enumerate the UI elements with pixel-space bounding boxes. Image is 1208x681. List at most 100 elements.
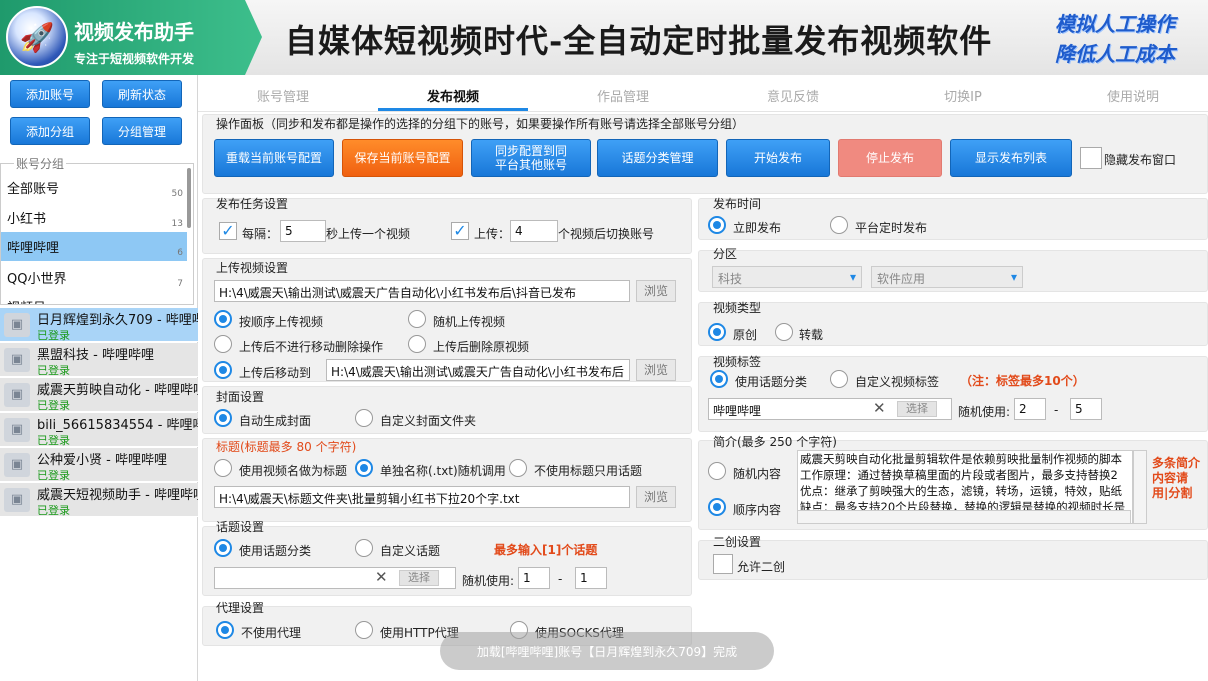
upload-panel-title: 上传视频设置 (216, 261, 289, 275)
topic-select-button[interactable]: 选择 (399, 570, 439, 586)
account-item[interactable]: ▣ 黑盟科技 - 哔哩哔哩 已登录 (0, 343, 198, 377)
proxy-http-radio[interactable] (355, 621, 373, 639)
group-item-qq[interactable]: QQ小世界 7 (1, 263, 187, 292)
intro-line: 工作原理：通过替换草稿里面的片段或者图片，最多支持替换2 (800, 468, 1118, 482)
avatar-icon: ▣ (4, 488, 30, 512)
group-item-channels[interactable]: 视频号 (1, 292, 187, 304)
sync-config-button[interactable]: 同步配置到同 平台其他账号 (471, 139, 591, 177)
intro-line: 优点：继承了剪映强大的生态，滤镜，转场，运镜，特效，贴纸 (800, 484, 1122, 498)
account-name: 黑盟科技 - 哔哩哔哩 (37, 348, 154, 363)
tab-account-manage[interactable]: 账号管理 (223, 86, 343, 105)
clear-icon[interactable]: ✕ (375, 568, 388, 586)
add-group-button[interactable]: 添加分组 (10, 117, 90, 145)
title-name-radio[interactable] (214, 459, 232, 477)
proxy-none-label: 不使用代理 (241, 626, 302, 640)
upload-count-input[interactable]: 4 (510, 220, 558, 242)
account-item[interactable]: ▣ 日月辉煌到永久709 - 哔哩哔哩已登录 (0, 308, 198, 342)
vtag-cat-radio[interactable] (710, 370, 728, 388)
upload-browse-button[interactable]: 浏览 (636, 280, 676, 302)
group-item-bilibili[interactable]: 哔哩哔哩 6 (1, 232, 187, 261)
topic-dash: - (558, 572, 563, 586)
cover-auto-radio[interactable] (214, 409, 232, 427)
pub-now-radio[interactable] (708, 216, 726, 234)
vtag-select-button[interactable]: 选择 (897, 401, 937, 417)
topic-rand-label: 随机使用: (462, 574, 515, 588)
group-name: QQ小世界 (7, 272, 67, 287)
tab-bar: 账号管理 发布视频 作品管理 意见反馈 切换IP 使用说明 (198, 78, 1208, 112)
account-item[interactable]: ▣ 威震天剪映自动化 - 哔哩哔哩 已登录 (0, 378, 198, 412)
avatar-icon: ▣ (4, 383, 30, 407)
move-path-input[interactable]: H:\4\威震天\输出测试\威震天广告自动化\小红书发布后 (326, 359, 630, 381)
vtag-max-input[interactable]: 5 (1070, 398, 1102, 420)
reload-config-button[interactable]: 重载当前账号配置 (214, 139, 334, 177)
zone-sub-select[interactable]: 软件应用 (871, 266, 1023, 288)
add-account-button[interactable]: 添加账号 (10, 80, 90, 108)
tab-works-manage[interactable]: 作品管理 (563, 86, 683, 105)
topic-cat-radio[interactable] (214, 539, 232, 557)
vtag-max-note: （注：标签最多10个） (960, 374, 1085, 388)
group-label: 账号分组 (14, 155, 67, 172)
intro-rand-radio[interactable] (708, 462, 726, 480)
second-panel-title: 二创设置 (713, 535, 762, 549)
show-publish-list-button[interactable]: 显示发布列表 (950, 139, 1072, 177)
intro-side-note: 多条简介内容请用|分割 (1152, 456, 1201, 500)
clear-icon[interactable]: ✕ (873, 399, 886, 417)
title-none-radio[interactable] (509, 459, 527, 477)
allow-second-checkbox[interactable] (713, 554, 733, 574)
intro-seq-radio[interactable] (708, 498, 726, 516)
upload-seq-radio[interactable] (214, 310, 232, 328)
topic-custom-radio[interactable] (355, 539, 373, 557)
title-name-label: 使用视频名做为标题 (239, 464, 348, 478)
title-browse-button[interactable]: 浏览 (636, 486, 676, 508)
pub-sched-radio[interactable] (830, 216, 848, 234)
app-subtitle: 专注于短视频软件开发 (74, 52, 195, 66)
intro-vertical-scrollbar[interactable] (1133, 450, 1147, 524)
vtype-panel (698, 302, 1208, 346)
upload-delete-radio[interactable] (408, 335, 426, 353)
topic-max-input[interactable]: 1 (575, 567, 607, 589)
topic-min-input[interactable]: 1 (518, 567, 550, 589)
upload-move-radio[interactable] (214, 361, 232, 379)
upload-nomove-radio[interactable] (214, 335, 232, 353)
group-count: 7 (177, 279, 183, 289)
start-publish-button[interactable]: 开始发布 (726, 139, 830, 177)
every-seconds-input[interactable]: 5 (280, 220, 326, 242)
vtag-custom-radio[interactable] (830, 370, 848, 388)
every-checkbox[interactable]: ✓ (219, 222, 237, 240)
refresh-status-button[interactable]: 刷新状态 (102, 80, 182, 108)
topic-manage-button[interactable]: 话题分类管理 (597, 139, 718, 177)
account-item[interactable]: ▣ 公种爱小贤 - 哔哩哔哩 已登录 (0, 448, 198, 482)
account-item[interactable]: ▣ bili_56615834554 - 哔哩哔哩已登录 (0, 413, 198, 447)
upload-checkbox[interactable]: ✓ (451, 222, 469, 240)
group-item-xiaohongshu[interactable]: 小红书 13 (1, 203, 187, 232)
group-scrollbar[interactable] (187, 168, 191, 228)
banner-tag-2: 降低人工成本 (1055, 42, 1175, 66)
move-browse-button[interactable]: 浏览 (636, 359, 676, 381)
proxy-none-radio[interactable] (216, 621, 234, 639)
zone-main-select[interactable]: 科技 (712, 266, 862, 288)
stop-publish-button[interactable]: 停止发布 (838, 139, 942, 177)
tab-help[interactable]: 使用说明 (1073, 86, 1193, 105)
tab-feedback[interactable]: 意见反馈 (733, 86, 853, 105)
account-item[interactable]: ▣ 威震天短视频助手 - 哔哩哔哩 已登录 (0, 483, 198, 517)
account-name: bili_56615834554 - 哔哩哔哩 (37, 418, 198, 433)
intro-line: 威震天剪映自动化批量剪辑软件是依赖剪映批量制作视频的脚本 (800, 452, 1122, 466)
cover-custom-radio[interactable] (355, 409, 373, 427)
vtag-min-input[interactable]: 2 (1014, 398, 1046, 420)
group-manage-button[interactable]: 分组管理 (102, 117, 182, 145)
group-list[interactable]: 全部账号 50 小红书 13 哔哩哔哩 6 QQ小世界 7 视频号 (0, 163, 194, 305)
title-path-input[interactable]: H:\4\威震天\标题文件夹\批量剪辑小红书下拉20个字.txt (214, 486, 630, 508)
title-file-radio[interactable] (355, 459, 373, 477)
save-config-button[interactable]: 保存当前账号配置 (342, 139, 463, 177)
upload-rand-radio[interactable] (408, 310, 426, 328)
group-item-all[interactable]: 全部账号 50 (1, 173, 187, 202)
hide-window-checkbox[interactable] (1080, 147, 1102, 169)
upload-path-input[interactable]: H:\4\威震天\输出测试\威震天广告自动化\小红书发布后\抖音已发布 (214, 280, 630, 302)
tab-publish-video[interactable]: 发布视频 (393, 86, 513, 105)
vtype-repost-radio[interactable] (775, 323, 793, 341)
intro-horizontal-scrollbar[interactable] (797, 510, 1131, 524)
vtype-orig-radio[interactable] (708, 323, 726, 341)
avatar-icon: ▣ (4, 418, 30, 442)
title-panel-title: 标题(标题最多 80 个字符) (216, 440, 357, 454)
tab-switch-ip[interactable]: 切换IP (903, 86, 1023, 105)
